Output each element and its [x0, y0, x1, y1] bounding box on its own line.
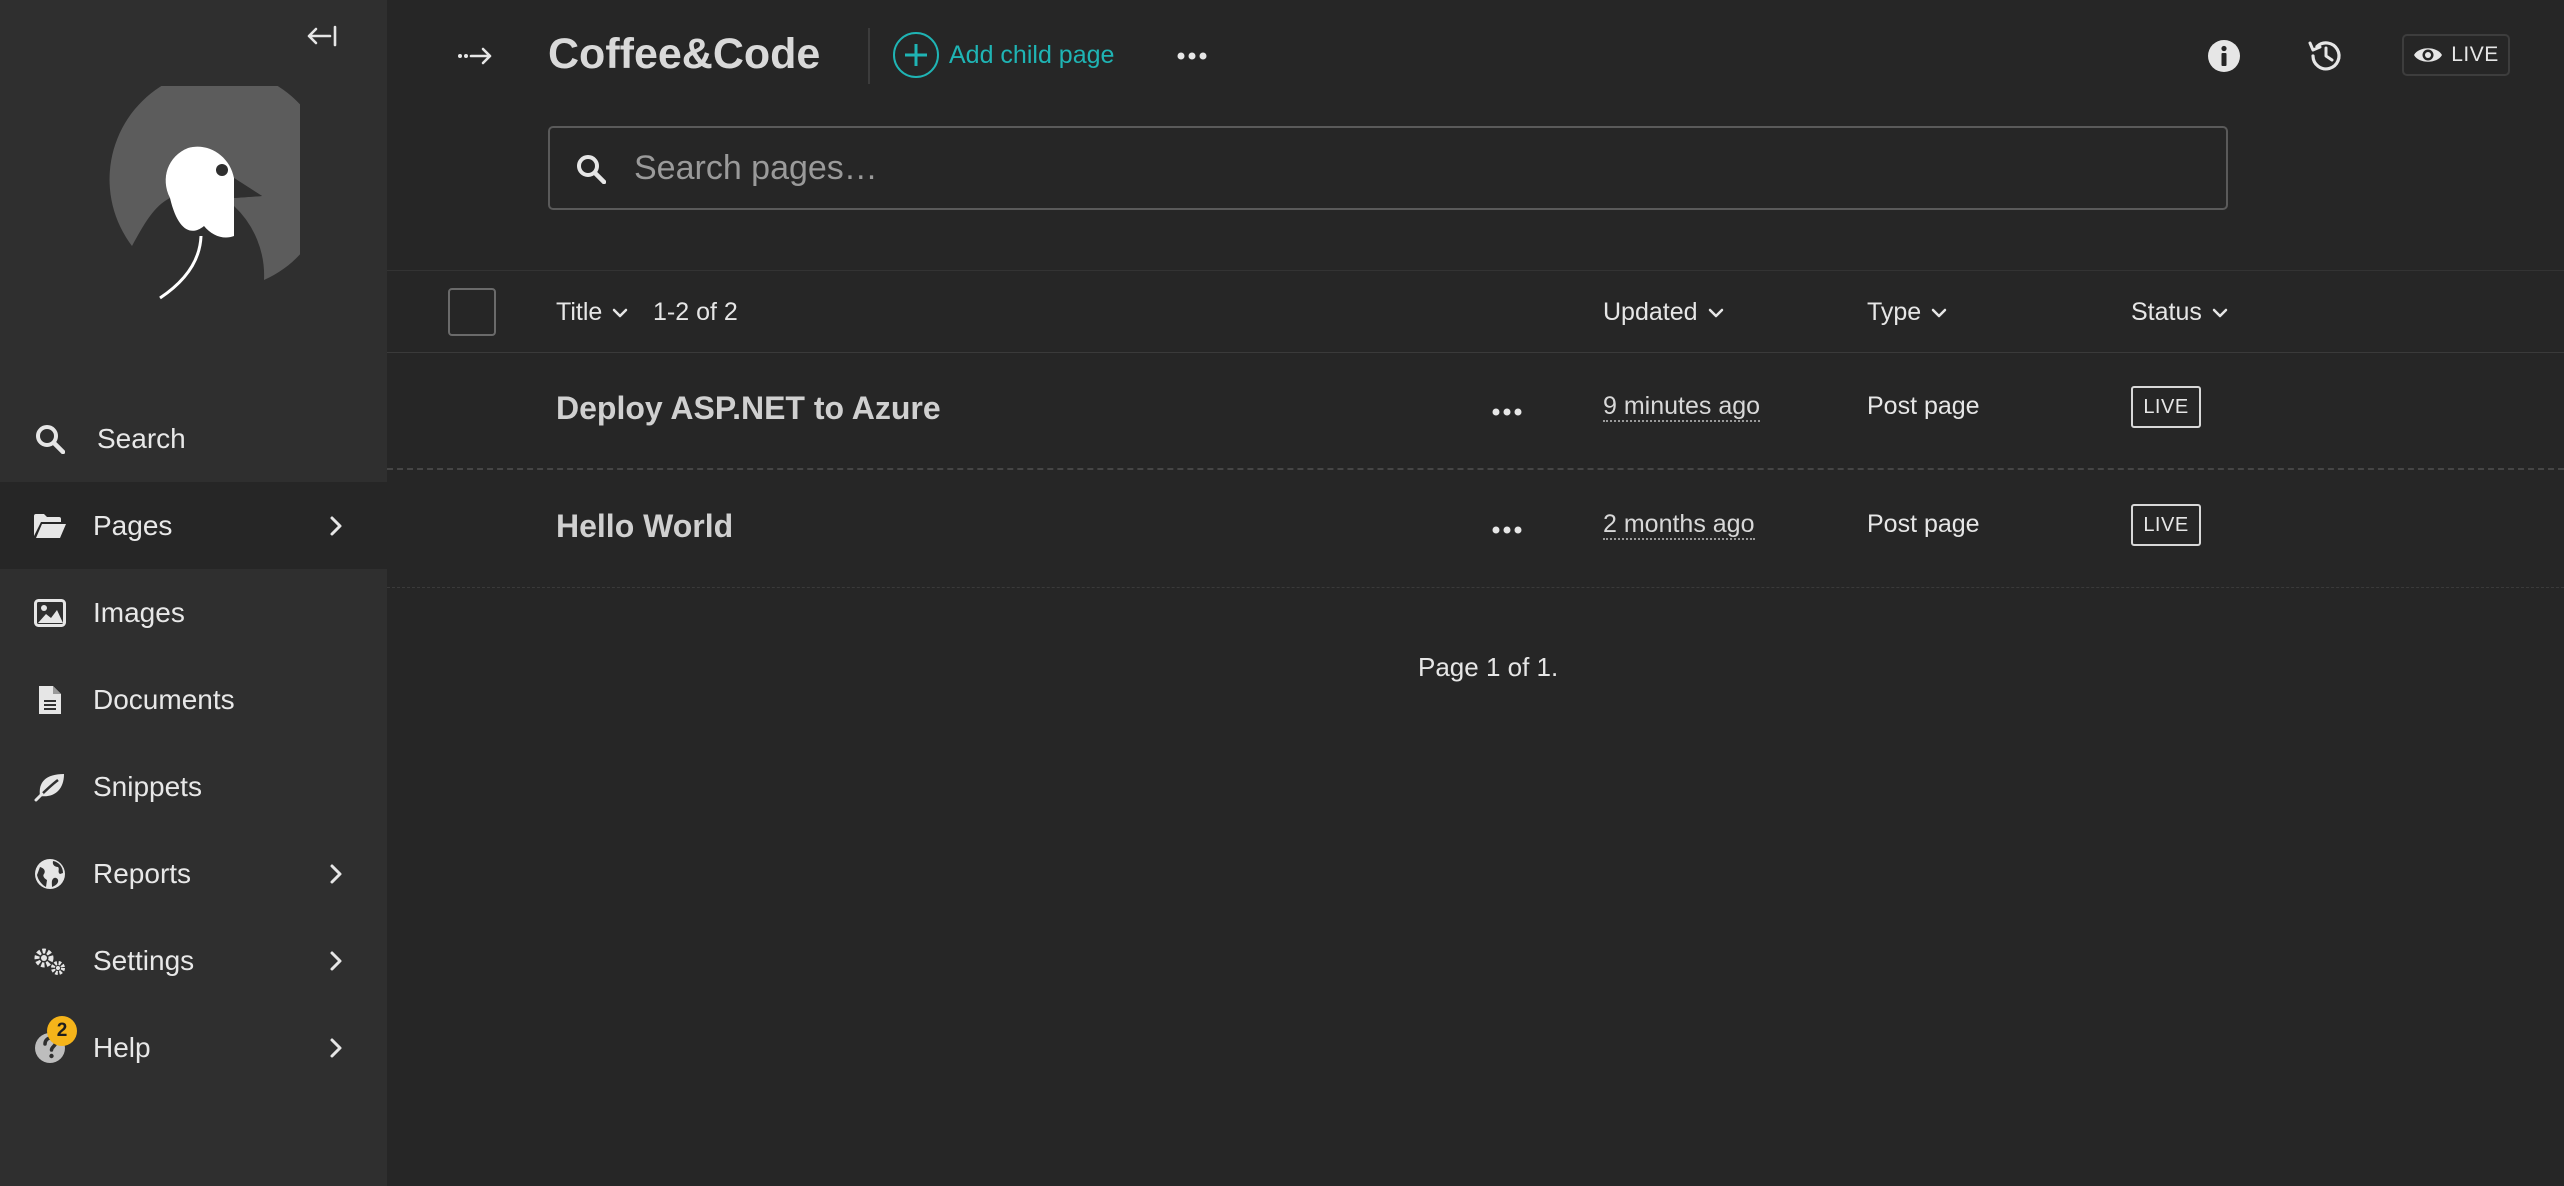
page-title-link[interactable]: Hello World: [556, 508, 733, 545]
view-live-button[interactable]: LIVE: [2402, 34, 2510, 76]
more-dots-icon: [1177, 52, 1207, 60]
chevron-right-icon: [330, 864, 342, 884]
notification-badge: 2: [47, 1016, 77, 1046]
page-title: Coffee&Code: [548, 30, 821, 78]
sidebar-item-label: Snippets: [93, 770, 202, 802]
sidebar-item-snippets[interactable]: Snippets: [0, 743, 387, 830]
sidebar-item-search[interactable]: Search: [0, 395, 387, 482]
chevron-right-icon: [330, 951, 342, 971]
sidebar-item-label: Documents: [93, 683, 235, 715]
column-header-status[interactable]: Status: [2131, 298, 2228, 327]
column-header-type[interactable]: Type: [1867, 298, 1947, 327]
table-row: Hello World 2 months ago Post page LIVE: [387, 472, 2564, 588]
column-type-label: Type: [1867, 298, 1922, 326]
info-button[interactable]: [2206, 38, 2242, 74]
sidebar-item-label: Search: [97, 422, 186, 454]
status-badge[interactable]: LIVE: [2131, 504, 2201, 546]
sidebar-item-documents[interactable]: Documents: [0, 656, 387, 743]
collapse-sidebar-icon: [307, 25, 337, 47]
search-pages-field: [548, 126, 2228, 210]
chevron-down-icon: [2212, 308, 2228, 317]
page-title-link[interactable]: Deploy ASP.NET to Azure: [556, 390, 941, 427]
chevron-right-icon: [330, 516, 342, 536]
folder-open-icon: [33, 509, 67, 543]
more-dots-icon: [1492, 526, 1522, 534]
search-icon: [33, 422, 67, 456]
status-badge[interactable]: LIVE: [2131, 386, 2201, 428]
column-header-title[interactable]: Title: [556, 298, 628, 327]
history-button[interactable]: [2306, 36, 2346, 76]
sidebar-item-label: Pages: [93, 509, 173, 541]
history-icon: [2308, 41, 2341, 71]
collapse-sidebar-button[interactable]: [300, 18, 344, 54]
sidebar-nav: Search Pages Images Documents Snippets R…: [0, 395, 387, 1091]
sidebar-item-label: Images: [93, 596, 185, 628]
sidebar-item-label: Settings: [93, 944, 195, 976]
sidebar-item-settings[interactable]: Settings: [0, 917, 387, 1004]
live-label: LIVE: [2451, 43, 2499, 66]
pagination-text: Page 1 of 1.: [1418, 652, 1559, 682]
image-icon: [33, 596, 67, 630]
chevron-down-icon: [613, 308, 628, 317]
wagtail-logo[interactable]: [74, 69, 330, 312]
page-type: Post page: [1867, 392, 1980, 420]
sidebar-item-label: Reports: [93, 857, 192, 889]
globe-icon: [33, 857, 67, 891]
updated-time: 9 minutes ago: [1603, 392, 1761, 422]
sidebar-item-label: Help: [93, 1031, 151, 1063]
chevron-down-icon: [1931, 308, 1947, 317]
document-icon: [33, 683, 67, 717]
parent-page-link[interactable]: [456, 36, 496, 76]
chevron-right-icon: [330, 1038, 342, 1058]
wagtail-bird-icon: [109, 69, 330, 300]
updated-time: 2 months ago: [1603, 510, 1755, 540]
select-all-checkbox[interactable]: [448, 288, 496, 336]
add-child-page-label: Add child page: [949, 40, 1115, 69]
column-title-label: Title: [556, 298, 603, 326]
row-actions-button[interactable]: [1487, 516, 1527, 544]
info-icon: [2208, 40, 2240, 72]
sidebar-item-help[interactable]: 2 Help: [0, 1004, 387, 1091]
table-row: Deploy ASP.NET to Azure 9 minutes ago Po…: [387, 354, 2564, 470]
search-pages-input[interactable]: [634, 128, 2214, 208]
search-icon: [577, 155, 606, 184]
leaf-icon: [33, 770, 67, 804]
sidebar-item-pages[interactable]: Pages: [0, 482, 387, 569]
page-actions-button[interactable]: [1172, 42, 1212, 70]
sidebar: Search Pages Images Documents Snippets R…: [0, 0, 387, 1186]
result-count: 1-2 of 2: [653, 298, 738, 326]
column-updated-label: Updated: [1603, 298, 1698, 326]
chevron-down-icon: [1708, 308, 1723, 317]
sidebar-item-reports[interactable]: Reports: [0, 830, 387, 917]
plus-icon: [893, 32, 939, 78]
column-header-updated[interactable]: Updated: [1603, 298, 1724, 327]
cogs-icon: [33, 944, 67, 978]
page-type: Post page: [1867, 510, 1980, 538]
header-divider: [868, 28, 870, 84]
add-child-page-button[interactable]: Add child page: [893, 32, 1114, 78]
eye-icon: [2414, 48, 2443, 62]
row-actions-button[interactable]: [1487, 398, 1527, 426]
more-dots-icon: [1492, 408, 1522, 416]
column-status-label: Status: [2131, 298, 2202, 326]
arrow-right-dots-icon: [458, 47, 492, 65]
sidebar-item-images[interactable]: Images: [0, 569, 387, 656]
